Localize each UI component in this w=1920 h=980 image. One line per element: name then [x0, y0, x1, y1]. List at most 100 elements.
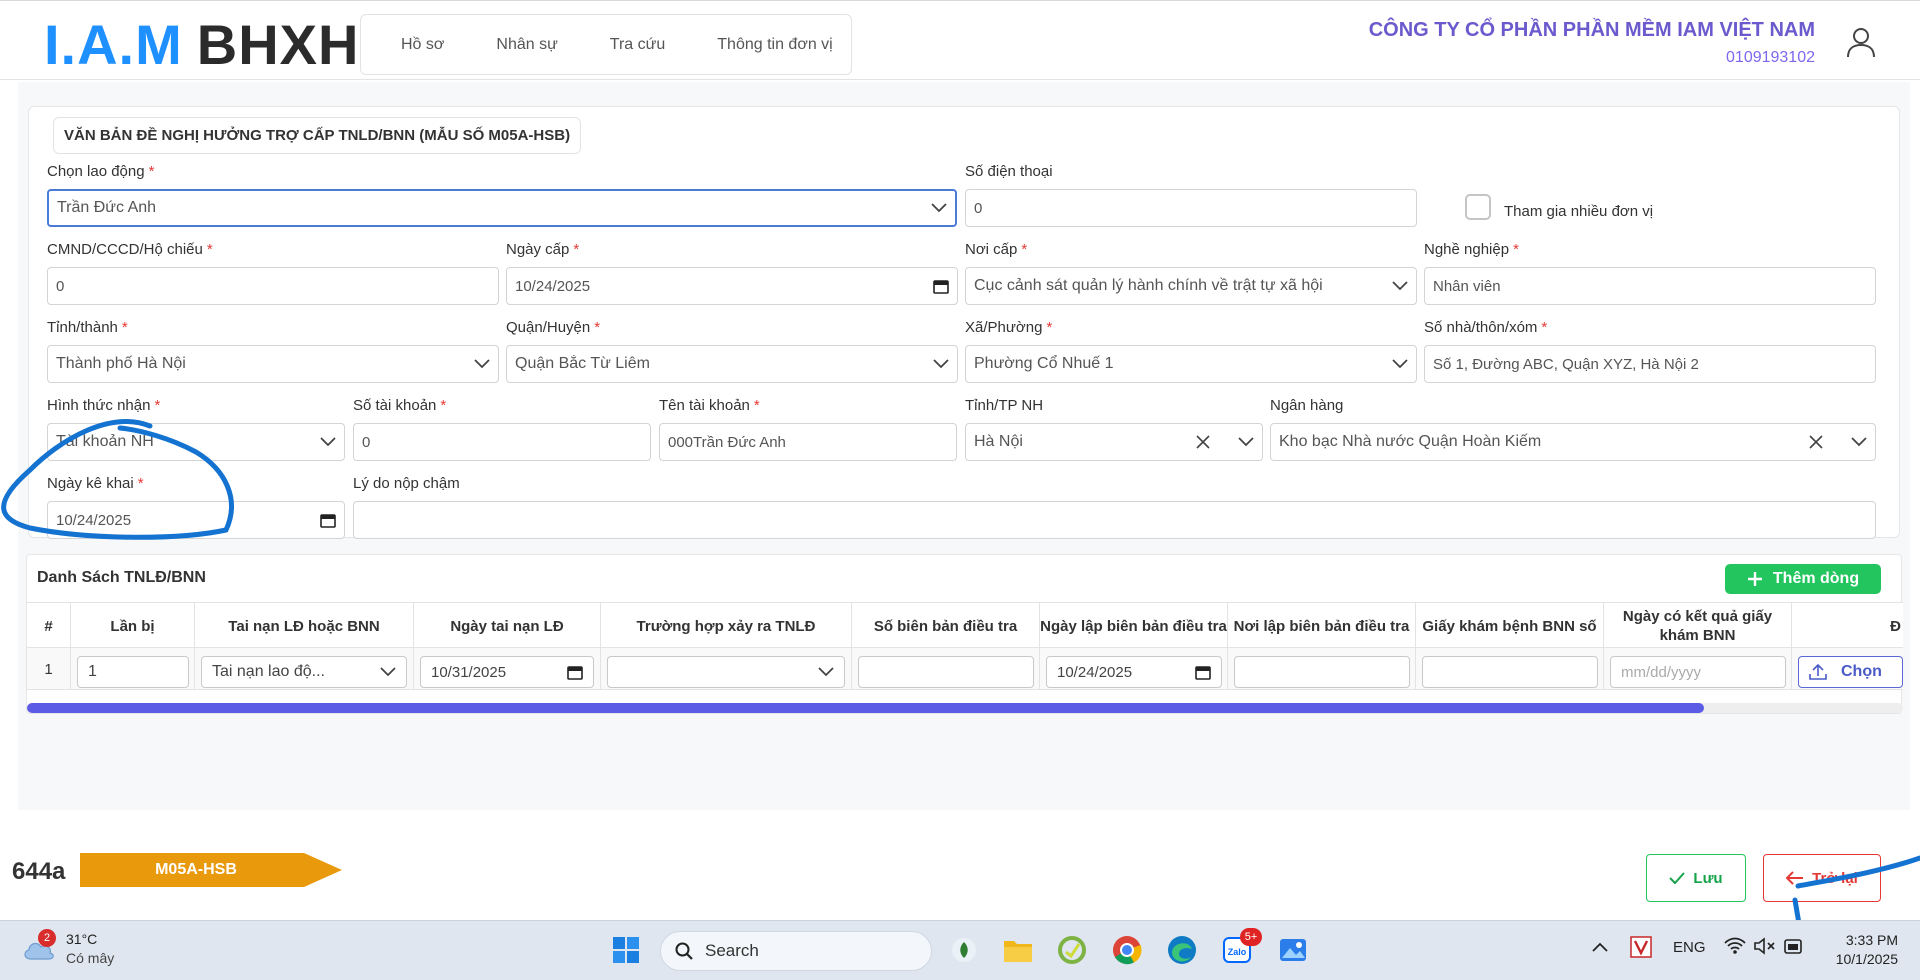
account-no-input[interactable]: 0 [353, 423, 651, 461]
occupation-input[interactable]: Nhân viên [1424, 267, 1876, 305]
weather-desc: Có mây [66, 950, 115, 966]
district-label: Quận/Huyện * [506, 319, 601, 336]
bnn-paper-input[interactable] [1422, 656, 1598, 688]
nav-nhan-su[interactable]: Nhân sự [496, 36, 557, 54]
zalo-icon[interactable]: Zalo 5+ [1222, 928, 1262, 966]
case-select[interactable] [607, 656, 845, 688]
receive-method-select[interactable]: Tài khoản NH [47, 423, 345, 461]
report-date-input[interactable]: 10/24/2025 [1046, 656, 1222, 688]
app-logo[interactable]: I.A.M BHXH [44, 15, 359, 75]
upload-icon [1809, 664, 1827, 680]
account-name-label: Tên tài khoản * [659, 397, 760, 414]
district-select[interactable]: Quận Bắc Từ Liêm [506, 345, 958, 383]
volume-muted-icon[interactable] [1754, 937, 1776, 959]
account-name-input[interactable]: 000Trần Đức Anh [659, 423, 957, 461]
wifi-icon[interactable] [1724, 937, 1746, 959]
bank-select[interactable]: Kho bạc Nhà nước Quận Hoàn Kiếm [1270, 423, 1876, 461]
col-case: Trường hợp xảy ra TNLĐ [601, 603, 852, 649]
clock-date: 10/1/2025 [1835, 951, 1898, 967]
occupation-label: Nghề nghiệp * [1424, 241, 1519, 258]
bank-province-select[interactable]: Hà Nội [965, 423, 1263, 461]
system-clock[interactable]: 3:33 PM 10/1/2025 [1836, 931, 1898, 969]
accident-table-card: Danh Sách TNLĐ/BNN Thêm dòng # Lần bị Ta… [26, 554, 1903, 714]
save-button[interactable]: Lưu [1646, 854, 1746, 902]
chevron-down-icon [931, 203, 947, 213]
accident-date-input[interactable]: 10/31/2025 [420, 656, 594, 688]
app-green-icon[interactable] [1056, 934, 1088, 966]
type-value: Tai nạn lao độ... [212, 663, 325, 680]
chevron-down-icon [474, 359, 490, 369]
clear-icon[interactable] [1809, 435, 1823, 449]
calendar-icon[interactable] [567, 664, 583, 680]
multi-unit-checkbox[interactable] [1465, 194, 1491, 220]
col-times: Lần bị [71, 603, 195, 649]
weather-widget[interactable]: 2 31°C Có mây [22, 928, 115, 966]
ward-select[interactable]: Phường Cổ Nhuế 1 [965, 345, 1417, 383]
declare-date-input[interactable]: 10/24/2025 [47, 501, 345, 539]
occupation-value: Nhân viên [1433, 277, 1501, 295]
chrome-icon[interactable] [1111, 934, 1143, 966]
battery-icon[interactable] [1784, 937, 1804, 959]
type-select[interactable]: Tai nạn lao độ... [201, 656, 407, 688]
nav-thong-tin-don-vi[interactable]: Thông tin đơn vị [717, 36, 832, 54]
phone-value: 0 [974, 199, 983, 217]
late-reason-input[interactable] [353, 501, 1876, 539]
chevron-down-icon [933, 359, 949, 369]
add-row-button[interactable]: Thêm dòng [1725, 564, 1881, 594]
employee-value: Trần Đức Anh [57, 199, 157, 216]
antivirus-icon[interactable] [1630, 936, 1652, 962]
multi-unit-label: Tham gia nhiều đơn vị [1504, 203, 1654, 220]
report-place-input[interactable] [1234, 656, 1410, 688]
edge-icon[interactable] [1166, 934, 1198, 966]
start-icon[interactable] [610, 934, 642, 966]
result-date-input[interactable]: mm/dd/yyyy [1610, 656, 1786, 688]
file-explorer-icon[interactable] [1002, 934, 1034, 966]
result-date-cell: mm/dd/yyyy [1604, 648, 1792, 690]
times-input[interactable]: 1 [77, 656, 189, 688]
phone-input[interactable]: 0 [965, 189, 1417, 227]
calendar-icon[interactable] [1195, 664, 1211, 680]
issue-date-input[interactable]: 10/24/2025 [506, 267, 958, 305]
language-indicator[interactable]: ENG [1673, 939, 1706, 956]
address-input[interactable]: Số 1, Đường ABC, Quận XYZ, Hà Nội 2 [1424, 345, 1876, 383]
bnn-paper-cell [1416, 648, 1604, 690]
scrollbar-thumb[interactable] [27, 703, 1705, 713]
chevron-down-icon [320, 437, 336, 447]
province-select[interactable]: Thành phố Hà Nội [47, 345, 499, 383]
nav-tra-cuu[interactable]: Tra cứu [610, 36, 665, 54]
plus-icon [1747, 572, 1762, 586]
col-report-place: Nơi lập biên bản điều tra [1228, 603, 1416, 649]
clear-icon[interactable] [1196, 435, 1210, 449]
bank-province-value: Hà Nội [974, 433, 1023, 450]
late-reason-label: Lý do nộp chậm [353, 475, 460, 492]
table-horizontal-scrollbar[interactable] [27, 703, 1903, 713]
upload-file-button[interactable]: Chọn [1798, 656, 1903, 688]
calendar-icon[interactable] [933, 278, 949, 294]
calendar-icon[interactable] [320, 512, 336, 528]
report-no-input[interactable] [858, 656, 1034, 688]
windows-taskbar: 2 31°C Có mây Search Zalo 5+ ENG 3:33 PM… [0, 920, 1920, 980]
issue-date-value: 10/24/2025 [515, 277, 591, 295]
issue-place-select[interactable]: Cục cảnh sát quản lý hành chính về trật … [965, 267, 1417, 305]
account-no-label: Số tài khoản * [353, 397, 447, 414]
taskbar-search[interactable]: Search [660, 931, 932, 971]
report-place-cell [1228, 648, 1416, 690]
times-value: 1 [88, 663, 97, 680]
svg-text:Zalo: Zalo [1228, 947, 1247, 957]
id-number-input[interactable]: 0 [47, 267, 499, 305]
user-account-icon[interactable] [1846, 27, 1876, 59]
issue-place-value: Cục cảnh sát quản lý hành chính về trật … [974, 277, 1323, 294]
tray-chevron-up-icon[interactable] [1592, 939, 1608, 956]
form-card: VĂN BẢN ĐỀ NGHỊ HƯỞNG TRỢ CẤP TNLD/BNN (… [28, 106, 1900, 539]
photos-icon[interactable] [1277, 934, 1309, 966]
employee-select[interactable]: Trần Đức Anh [47, 189, 957, 227]
company-name: CÔNG TY CỔ PHẦN PHẦN MỀM IAM VIỆT NAM [1368, 19, 1815, 41]
back-button[interactable]: Trở lại [1763, 854, 1881, 902]
province-value: Thành phố Hà Nội [56, 355, 186, 372]
col-report-no: Số biên bản điều tra [852, 603, 1040, 649]
copilot-leaf-icon[interactable] [948, 934, 980, 966]
main-nav: Hồ sơ Nhân sự Tra cứu Thông tin đơn vị [360, 14, 852, 75]
chevron-down-icon [1392, 359, 1408, 369]
zalo-badge: 5+ [1240, 928, 1262, 946]
nav-ho-so[interactable]: Hồ sơ [401, 36, 444, 54]
